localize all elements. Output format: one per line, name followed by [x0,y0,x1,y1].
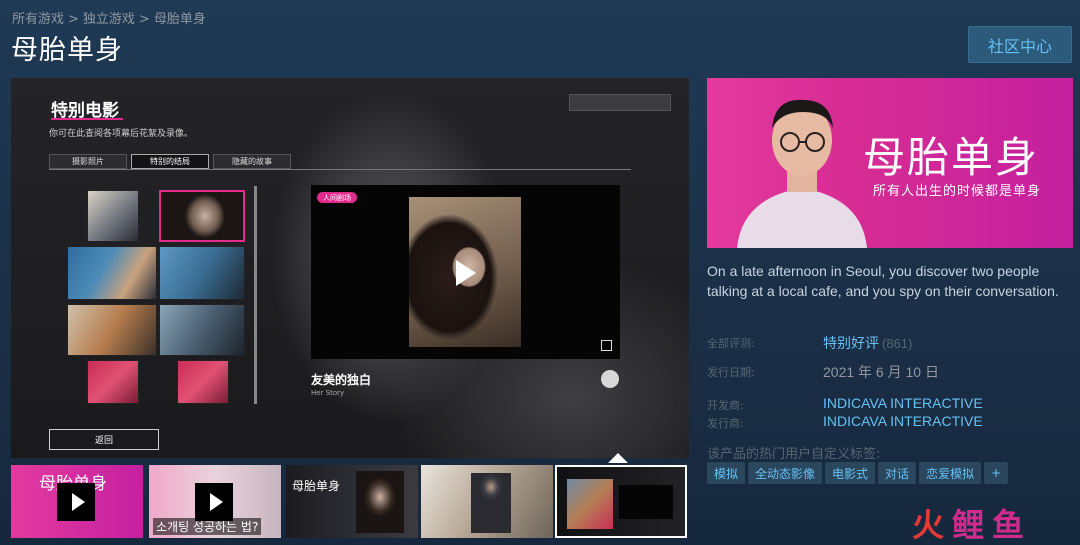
release-date-value: 2021 年 6 月 10 日 [823,364,939,380]
screenshot-tab-hidden: 隐藏的故事 [213,154,291,169]
publisher-label: 发行商: [707,417,744,430]
watermark-part-1: 火 [912,506,953,544]
grid-thumb-selected [159,190,245,242]
grid-thumb [159,246,245,300]
tag-list: 模拟 全动态影像 电影式 对话 恋爱模拟 + [707,462,1009,484]
fullscreen-icon [601,340,612,351]
screenshot-tab-photos: 摄影照片 [49,154,127,169]
add-tag-button[interactable]: + [984,462,1009,484]
thumbnail-strip: 母胎单身 소개팅 성공하는 법? 母胎单身 [11,463,689,540]
screenshot-tabs: 摄影照片 特别的结局 隐藏的故事 [49,154,291,169]
strip-thumb-title: 母胎单身 [292,479,341,493]
video-play-icon [57,483,95,521]
grid-thumb [67,246,157,300]
screenshot-subtitle: 你可在此查阅各项幕后花絮及录像。 [49,129,194,139]
grid-thumb [159,304,245,356]
screenshot-top-button [569,94,671,111]
breadcrumb-current-game[interactable]: 母胎单身 [154,12,206,27]
page-title: 母胎单身 [11,35,123,66]
reviews-value[interactable]: 特别好评 [823,335,879,351]
screenshot-viewer[interactable]: 特别电影 你可在此查阅各项幕后花絮及录像。 摄影照片 特别的结局 隐藏的故事 人… [11,78,689,458]
breadcrumb-separator: > [68,12,79,27]
watermark-part-2: 鲤鱼 [952,506,1033,544]
tag-fmv[interactable]: 全动态影像 [748,462,823,484]
play-icon [456,260,476,286]
grid-thumb [67,304,157,356]
strip-thumb-video-2[interactable]: 소개팅 성공하는 법? [149,465,281,538]
reviews-count: (861) [882,336,913,351]
player-tag: 人间剧场 [317,192,357,203]
strip-thumb-figure [471,473,511,533]
grid-thumb [177,360,229,404]
strip-thumb-grid [567,479,613,529]
strip-thumb-figure [356,471,404,533]
breadcrumb-indie-games[interactable]: 独立游戏 [83,12,135,27]
strip-thumb-4[interactable] [421,465,553,538]
breadcrumb-all-games[interactable]: 所有游戏 [12,12,64,27]
capsule-title: 母胎单身 [863,133,1040,182]
capsule-person-illustration [737,99,867,248]
tab-divider [49,169,631,170]
breadcrumb: 所有游戏 > 独立游戏 > 母胎单身 [12,8,206,27]
developer-link[interactable]: INDICAVA INTERACTIVE [823,395,983,411]
strip-thumb-caption: 소개팅 성공하는 법? [153,518,262,535]
tag-dialogue[interactable]: 对话 [878,462,917,484]
header-capsule-image: 母胎单身 所有人出生的时候都是单身 [707,78,1073,248]
release-date-label: 发行日期: [707,366,755,379]
tags-label: 该产品的热门用户自定义标签: [707,447,881,462]
publisher-link[interactable]: INDICAVA INTERACTIVE [823,413,983,429]
developer-label: 开发商: [707,399,744,412]
tag-simulation[interactable]: 模拟 [707,462,746,484]
video-caption-subtitle: Her Story [311,389,345,397]
video-play-icon [195,483,233,521]
screenshot-tab-endings: 特别的结局 [131,154,209,169]
selected-thumb-indicator [608,453,628,463]
heading-underline [51,118,123,120]
capsule-subtitle: 所有人出生的时候都是单身 [873,184,1042,199]
strip-thumb-5-selected[interactable] [555,465,687,538]
video-player: 人间剧场 [311,185,620,359]
reviews-summary[interactable]: 特别好评 (861) [823,333,912,353]
breadcrumb-separator: > [138,12,150,27]
video-caption-title: 友美的独白 [311,373,372,387]
grid-scrollbar [254,186,257,404]
game-description: On a late afternoon in Seoul, you discov… [707,263,1059,299]
grid-thumb [87,190,139,242]
tag-dating-sim[interactable]: 恋爱模拟 [919,462,982,484]
strip-thumb-video-1[interactable]: 母胎单身 [11,465,143,538]
watermark-logo: 火鲤鱼 [912,500,1032,545]
back-button: 返回 [49,429,159,450]
strip-thumb-player [619,485,673,519]
community-hub-button[interactable]: 社区中心 [968,26,1072,63]
grid-thumb [87,360,139,404]
strip-thumb-3[interactable]: 母胎单身 [286,465,418,538]
camera-icon [601,370,619,388]
tag-cinematic[interactable]: 电影式 [825,462,876,484]
reviews-label: 全部评测: [707,337,755,350]
